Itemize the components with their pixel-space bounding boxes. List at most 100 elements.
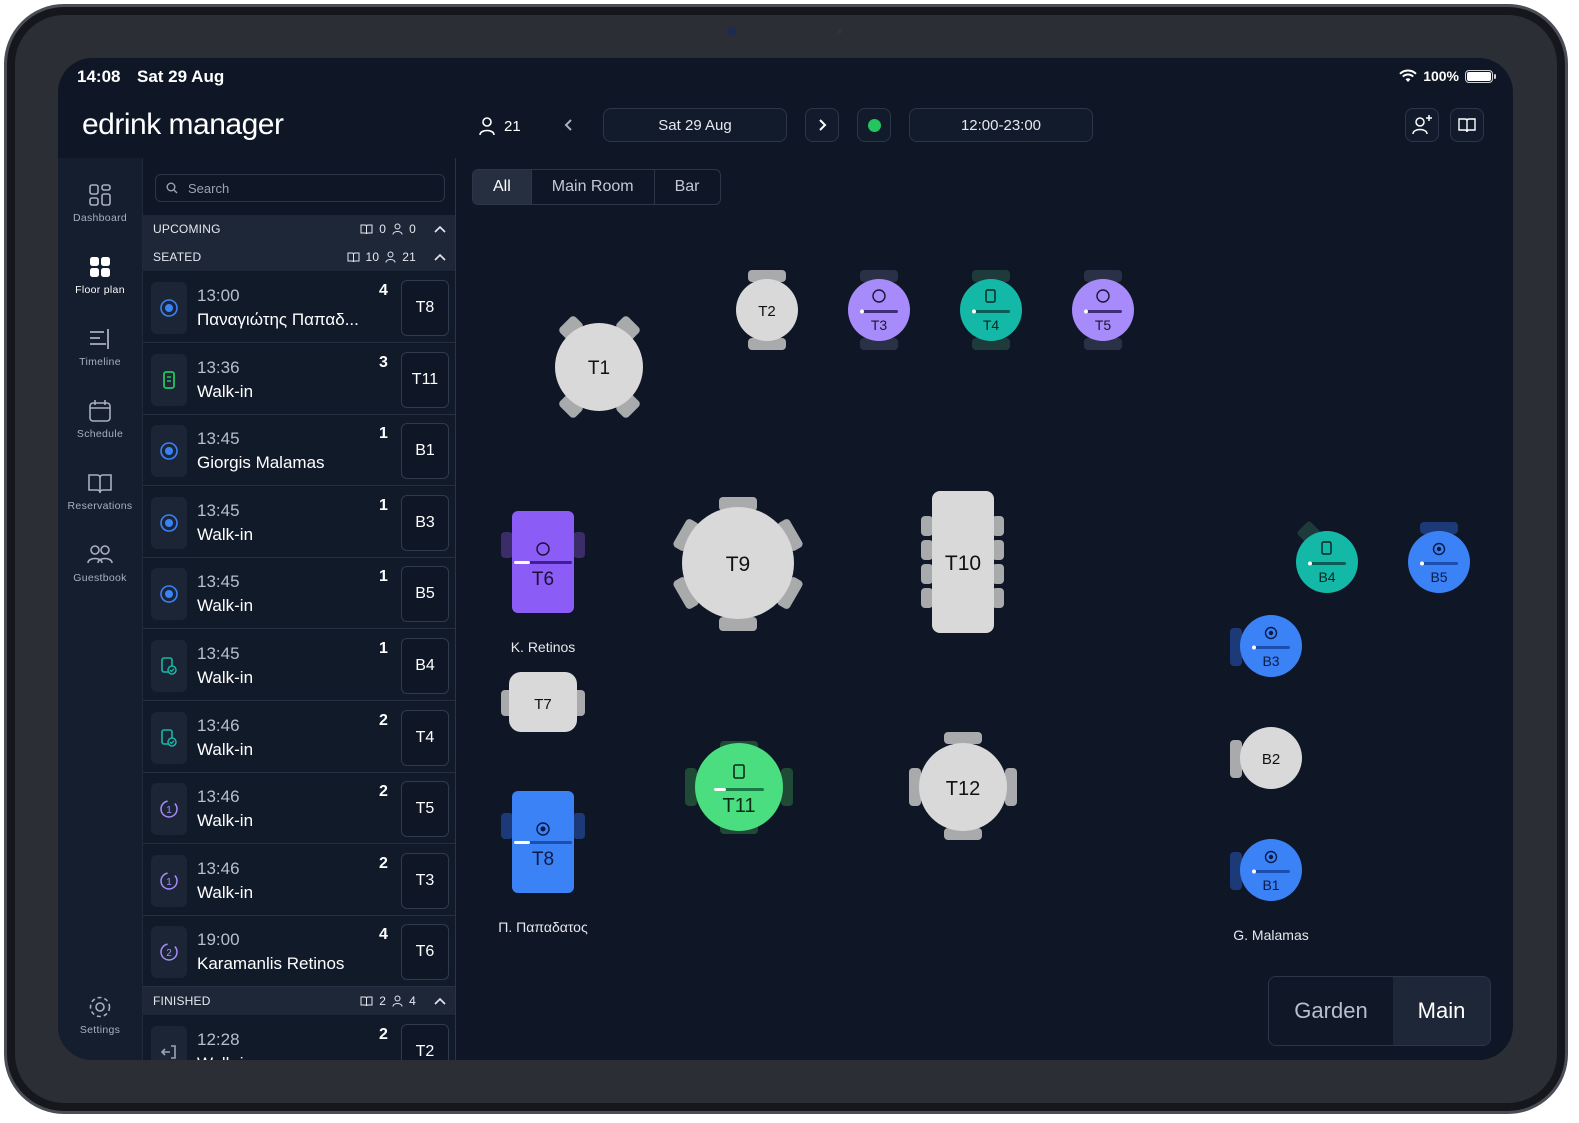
table-label: B2 (1262, 751, 1280, 768)
reservation-row[interactable]: 13:36 Walk-in 3 T11 (143, 343, 455, 415)
reservation-name: Walk-in (197, 882, 254, 902)
zone-garden-button[interactable]: Garden (1269, 977, 1393, 1045)
reservation-time: 13:46 (197, 787, 240, 807)
table-badge[interactable]: B3 (401, 494, 449, 551)
status-dot-icon (867, 118, 881, 132)
table-label: B4 (1318, 569, 1335, 585)
nav-label: Dashboard (72, 212, 128, 224)
prev-day-button[interactable] (552, 108, 586, 142)
table-t11[interactable]: T11 (685, 741, 793, 834)
add-guest-button[interactable] (1405, 108, 1439, 142)
reservation-time: 13:00 (197, 286, 240, 305)
app-screen: 14:08 Sat 29 Aug 100% edrink manager 21 … (58, 58, 1513, 1060)
party-size: 1 (379, 425, 388, 443)
table-t5[interactable]: T5 (1072, 270, 1134, 350)
nav-reservations[interactable]: Reservations (58, 470, 142, 512)
course-1-icon: 1 (151, 854, 187, 907)
tab-all[interactable]: All (473, 170, 532, 204)
party-size: 2 (379, 1026, 388, 1043)
table-t12[interactable]: T12 (909, 732, 1017, 840)
table-t10[interactable]: T10 (921, 491, 1004, 633)
search-input[interactable] (188, 180, 428, 196)
reservation-row[interactable]: 13:46 Walk-in 2 T4 (143, 701, 455, 773)
search-icon (166, 182, 178, 194)
service-status-button[interactable] (857, 108, 891, 142)
table-label: T3 (871, 317, 888, 333)
search-box[interactable] (155, 174, 445, 202)
table-label: B1 (1262, 877, 1279, 893)
table-label: T12 (946, 778, 980, 800)
nav-floor-plan[interactable]: Floor plan (58, 254, 142, 296)
table-t7[interactable]: T7 (501, 672, 585, 732)
reservation-count: 0 (379, 222, 387, 236)
table-badge[interactable]: T11 (401, 351, 449, 408)
table-guest-label: Π. Παπαδατος (498, 919, 588, 935)
sidebar: Dashboard Floor plan Timeline Schedule R… (58, 158, 142, 1060)
table-badge[interactable]: B4 (401, 638, 449, 694)
tab-bar[interactable]: Bar (655, 170, 720, 204)
hours-picker[interactable]: 12:00-23:00 (909, 108, 1093, 142)
reservations-book-button[interactable] (1450, 108, 1484, 142)
reservation-row[interactable]: 13:45 Walk-in 1 B3 (143, 486, 455, 558)
reservation-time: 12:28 (197, 1030, 240, 1049)
party-size: 4 (379, 926, 388, 944)
table-badge[interactable]: T6 (401, 924, 449, 981)
table-t2[interactable]: T2 (736, 270, 798, 350)
reservation-name: Walk-in (197, 1054, 387, 1060)
nav-schedule[interactable]: Schedule (58, 398, 142, 440)
reservation-row[interactable]: 13:45 Walk-in 1 B4 (143, 630, 455, 701)
next-day-button[interactable] (805, 108, 839, 142)
reservation-row[interactable]: 13:00 Παναγιώτης Παπαδ... 4 T8 (143, 272, 455, 343)
table-t4[interactable]: T4 (960, 270, 1022, 350)
table-b2[interactable]: B2 (1230, 727, 1302, 789)
table-t8[interactable]: T8 (501, 791, 585, 893)
nav-dashboard[interactable]: Dashboard (58, 182, 142, 224)
reservation-name: Walk-in (197, 381, 254, 401)
table-badge[interactable]: T4 (401, 709, 449, 766)
book-open-icon (88, 474, 112, 494)
nav-guestbook[interactable]: Guestbook (58, 542, 142, 584)
section-finished[interactable]: FINISHED 2 4 (143, 987, 455, 1015)
table-badge[interactable]: T3 (401, 852, 449, 909)
reservation-count: 10 (365, 250, 380, 264)
floor-plan-icon (90, 257, 110, 277)
table-t1[interactable]: T1 (555, 315, 643, 420)
table-b1[interactable]: B1 (1230, 839, 1302, 901)
section-seated[interactable]: SEATED 10 21 (143, 243, 455, 271)
section-label: FINISHED (153, 994, 211, 1008)
table-b4[interactable]: B4 (1296, 520, 1358, 593)
room-tabs: All Main Room Bar (472, 169, 721, 205)
reservation-count: 2 (379, 994, 387, 1008)
table-b5[interactable]: B5 (1408, 522, 1470, 593)
nav-settings[interactable]: Settings (58, 994, 142, 1036)
party-size: 2 (379, 711, 388, 729)
reservation-name: Walk-in (197, 811, 254, 831)
reservation-row[interactable]: 2 19:00 Karamanlis Retinos 4 T6 (143, 916, 455, 988)
table-badge[interactable]: T8 (401, 280, 449, 336)
tab-main-room[interactable]: Main Room (532, 170, 655, 204)
table-badge[interactable]: T5 (401, 781, 449, 838)
nav-timeline[interactable]: Timeline (58, 326, 142, 368)
nav-label: Timeline (79, 356, 121, 368)
reservation-row[interactable]: 1 13:46 Walk-in 2 T3 (143, 844, 455, 916)
table-t6[interactable]: T6 (501, 511, 585, 613)
table-t9[interactable]: T9 (672, 497, 804, 631)
table-b3[interactable]: B3 (1230, 615, 1302, 677)
table-t3[interactable]: T3 (848, 270, 910, 350)
reservation-row[interactable]: 1 13:46 Walk-in 2 T5 (143, 773, 455, 845)
table-guest-label: G. Malamas (1233, 927, 1308, 943)
date-picker[interactable]: Sat 29 Aug (603, 108, 787, 142)
reservation-row[interactable]: 13:45 Walk-in 1 B5 (143, 558, 455, 630)
bill-paid-icon (151, 711, 187, 764)
table-badge[interactable]: B5 (401, 566, 449, 623)
reservation-row[interactable]: 12:28 Walk-in 2 T2 (143, 1016, 455, 1060)
table-badge[interactable]: T2 (401, 1024, 449, 1060)
table-badge[interactable]: B1 (401, 423, 449, 480)
reservation-name: Walk-in (197, 596, 254, 616)
zone-main-button[interactable]: Main (1393, 977, 1490, 1045)
table-label: B3 (1262, 653, 1279, 669)
section-upcoming[interactable]: UPCOMING 0 0 (143, 215, 455, 243)
guest-count: 21 (402, 250, 416, 264)
party-size: 2 (379, 854, 388, 872)
reservation-row[interactable]: 13:45 Giorgis Malamas 1 B1 (143, 415, 455, 487)
